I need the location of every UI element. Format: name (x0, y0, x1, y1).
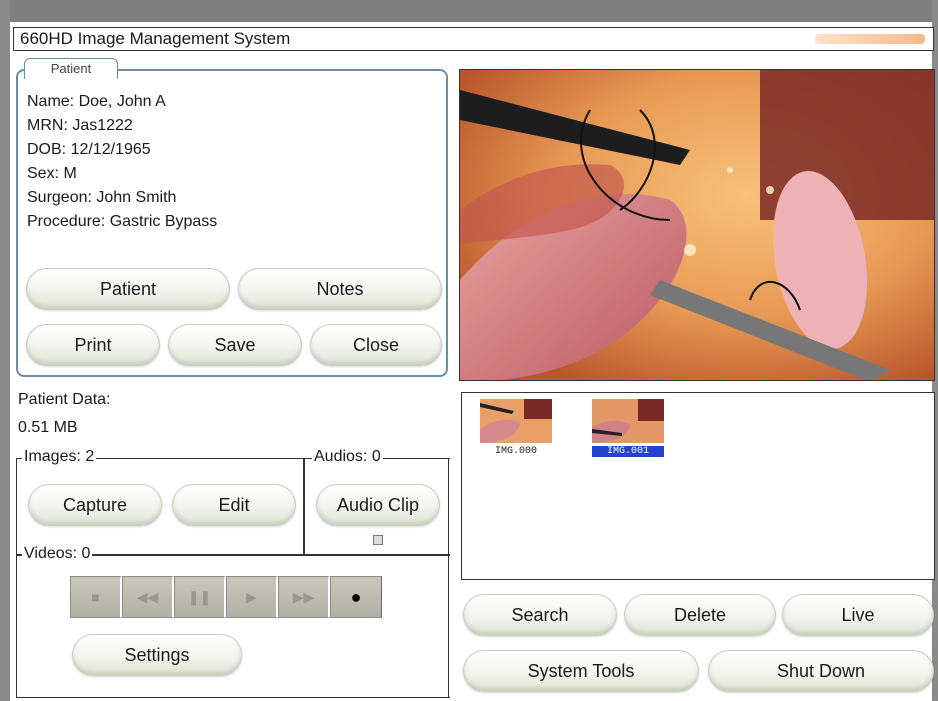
surgical-image (460, 70, 934, 380)
play-icon[interactable]: ▶ (226, 576, 278, 618)
window-frame-top (0, 0, 938, 22)
title-bar: 660HD Image Management System (13, 27, 934, 51)
patient-sex: Sex: M (27, 165, 77, 182)
thumbnail-item-selected[interactable]: IMG.001 (592, 399, 664, 457)
app-title: 660HD Image Management System (20, 29, 291, 48)
images-count-label: Images: 2 (22, 448, 97, 466)
thumbnail-caption: IMG.001 (592, 446, 664, 457)
capture-button[interactable]: Capture (28, 484, 162, 526)
record-icon[interactable]: ● (330, 576, 382, 618)
settings-button[interactable]: Settings (72, 634, 242, 676)
patient-name: Name: Doe, John A (27, 93, 166, 110)
group-bottom-border (16, 697, 450, 698)
patient-data-size: 0.51 MB (18, 419, 78, 436)
thumbnail-caption: IMG.000 (494, 446, 537, 457)
patient-surgeon: Surgeon: John Smith (27, 189, 177, 206)
rewind-icon[interactable]: ◀◀ (122, 576, 174, 618)
edit-button[interactable]: Edit (172, 484, 296, 526)
thumbnail-item[interactable]: IMG.000 (480, 399, 552, 457)
close-button[interactable]: Close (310, 324, 442, 366)
delete-button[interactable]: Delete (624, 594, 776, 636)
window-frame-left (0, 0, 10, 701)
audios-count-label: Audios: 0 (312, 448, 383, 466)
videos-count-label: Videos: 0 (22, 545, 93, 563)
live-button[interactable]: Live (782, 594, 934, 636)
image-viewer[interactable] (459, 69, 935, 381)
patient-mrn: MRN: Jas1222 (27, 117, 133, 134)
fast-forward-icon[interactable]: ▶▶ (278, 576, 330, 618)
audio-clip-button[interactable]: Audio Clip (316, 484, 440, 526)
stop-icon[interactable]: ■ (70, 576, 122, 618)
search-button[interactable]: Search (463, 594, 617, 636)
title-accent-decoration (815, 34, 925, 44)
group-left-border (16, 458, 17, 698)
group-right-border (448, 458, 449, 698)
patient-data-label: Patient Data: (18, 391, 111, 408)
video-transport-controls: ■ ◀◀ ❚❚ ▶ ▶▶ ● (70, 576, 382, 618)
print-button[interactable]: Print (26, 324, 160, 366)
thumbnail-image (592, 399, 664, 443)
shut-down-button[interactable]: Shut Down (708, 650, 934, 692)
save-button[interactable]: Save (168, 324, 302, 366)
images-audios-divider (303, 458, 305, 554)
audio-indicator-icon (373, 535, 383, 545)
thumbnail-panel: IMG.000 IMG.001 (461, 392, 935, 580)
patient-button[interactable]: Patient (26, 268, 230, 310)
pause-icon[interactable]: ❚❚ (174, 576, 226, 618)
notes-button[interactable]: Notes (238, 268, 442, 310)
patient-procedure: Procedure: Gastric Bypass (27, 213, 218, 230)
system-tools-button[interactable]: System Tools (463, 650, 699, 692)
patient-panel-tab: Patient (24, 58, 118, 79)
thumbnail-image (480, 399, 552, 443)
patient-dob: DOB: 12/12/1965 (27, 141, 151, 158)
